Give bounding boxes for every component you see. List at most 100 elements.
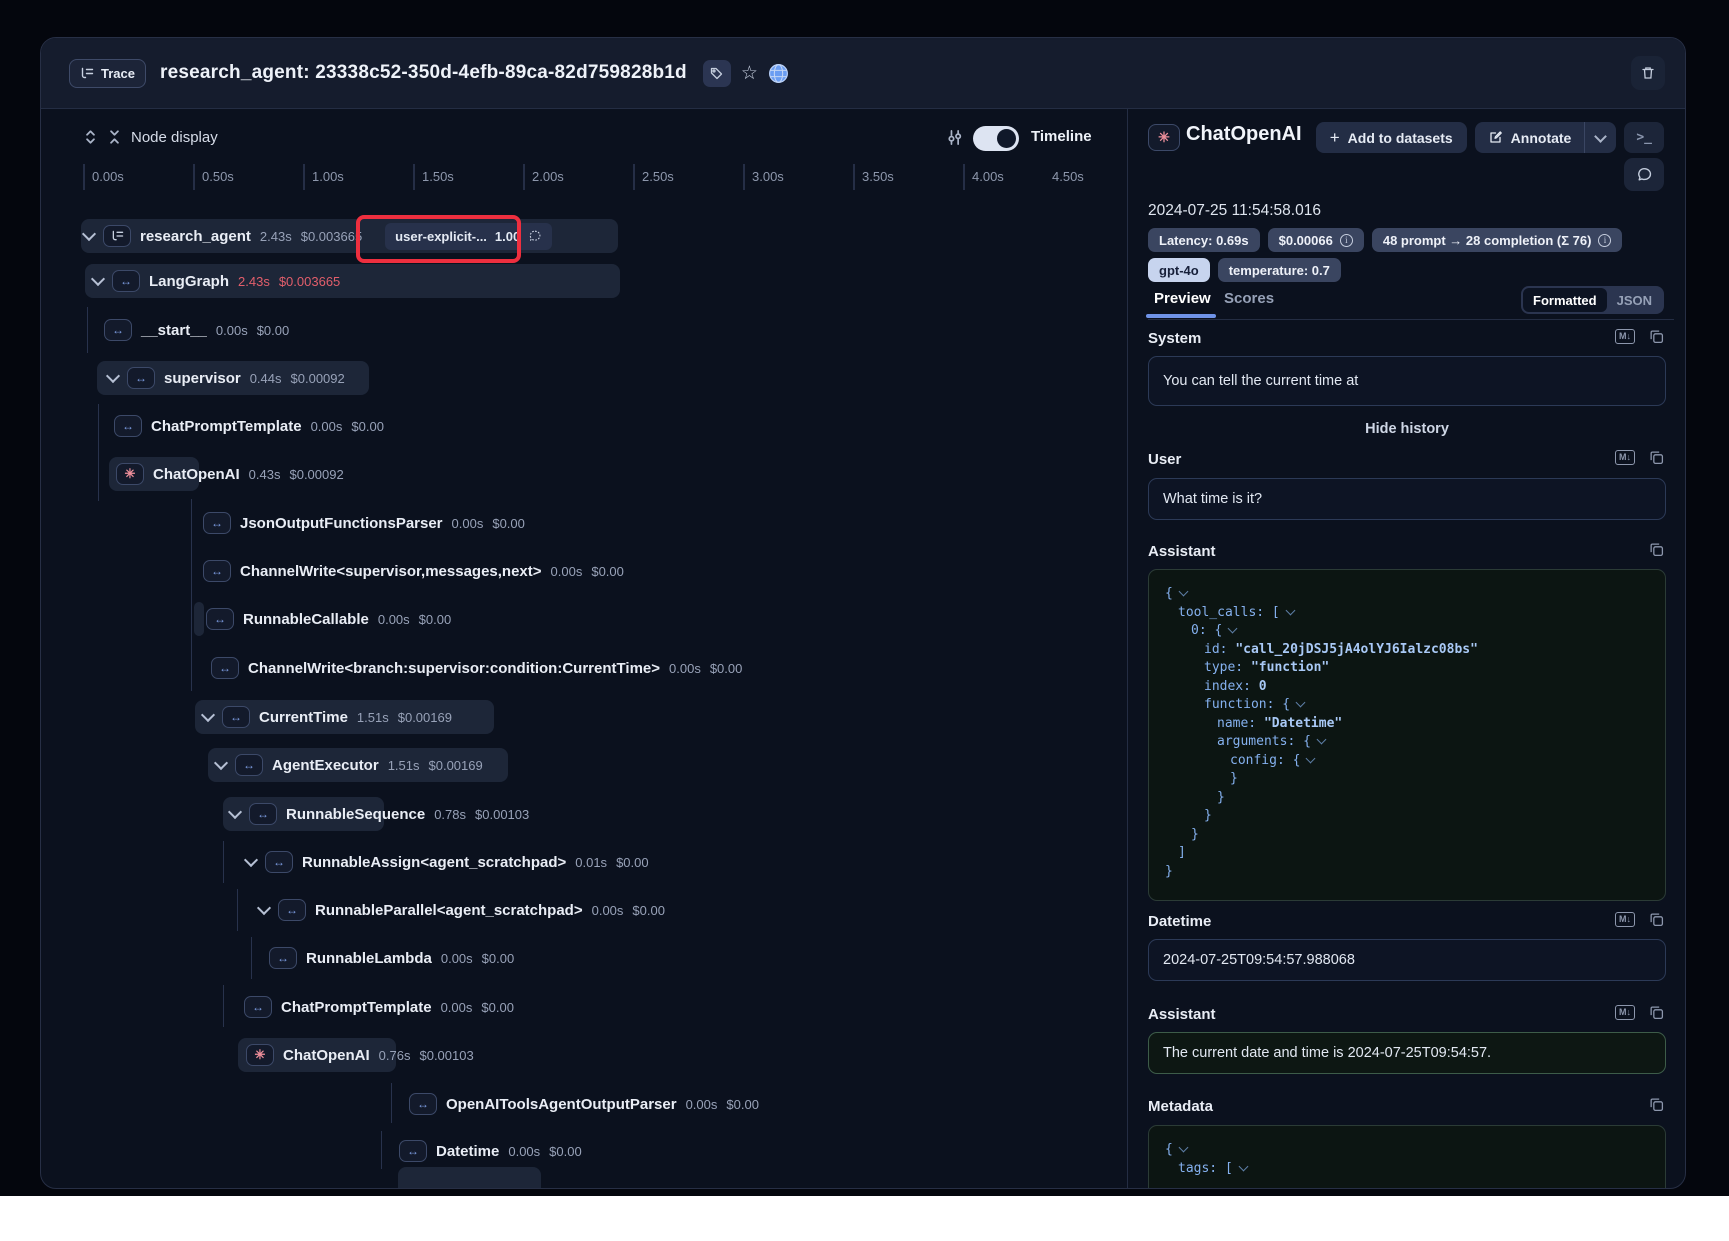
markdown-icon[interactable]: M↓ [1615,1005,1635,1020]
inspector-header-buttons: + Add to datasets Annotate >_ [1316,122,1664,153]
collapse-chevron-icon[interactable] [1285,605,1295,615]
trace-tree-row[interactable]: research_agent2.43s$0.003665user-explici… [41,219,1127,253]
node-name: JsonOutputFunctionsParser [240,515,443,532]
trace-tree-row[interactable]: ↔JsonOutputFunctionsParser0.00s$0.00 [41,506,1127,540]
node-name: ChatOpenAI [153,466,240,483]
delete-trace-button[interactable] [1631,56,1665,90]
open-in-playground-button[interactable]: >_ [1624,122,1664,153]
panel-divider [1127,109,1128,1189]
trace-tree-icon [103,225,131,247]
datetime-section-icons: M↓ [1615,912,1664,927]
trace-tree-row[interactable]: ↔OpenAIToolsAgentOutputParser0.00s$0.00 [41,1087,1127,1121]
trace-tree-row[interactable]: ✳ChatOpenAI0.43s$0.00092 [41,457,1127,491]
code-line: { [1165,585,1649,604]
comments-button[interactable] [1624,158,1664,191]
markdown-icon[interactable]: M↓ [1615,450,1635,465]
chevron-down-icon[interactable] [106,369,120,383]
markdown-icon[interactable]: M↓ [1615,912,1635,927]
collapse-chevron-icon[interactable] [1178,587,1188,597]
hide-history-link[interactable]: Hide history [1148,421,1666,437]
node-duration: 0.43s [249,467,281,482]
copy-icon[interactable] [1649,329,1664,344]
format-json-button[interactable]: JSON [1607,288,1662,312]
trace-tree-row[interactable]: ↔Datetime0.00s$0.00 [41,1134,1127,1168]
collapse-chevron-icon[interactable] [1296,698,1306,708]
chain-icon: ↔ [235,754,263,776]
node-cost: $0.00103 [419,1048,473,1063]
datetime-value-box: 2024-07-25T09:54:57.988068 [1148,939,1666,981]
trace-window: Trace research_agent: 23338c52-350d-4efb… [40,37,1686,1189]
trace-tree-row[interactable]: ↔RunnableCallable0.00s$0.00 [41,602,1127,636]
trace-tree-row[interactable]: ↔AgentExecutor1.51s$0.00169 [41,748,1127,782]
ruler-tick-line [413,164,415,190]
copy-icon[interactable] [1649,542,1664,557]
trace-tree-row[interactable]: ↔RunnableLambda0.00s$0.00 [41,941,1127,975]
tab-scores[interactable]: Scores [1224,290,1274,307]
collapse-chevron-icon[interactable] [1306,753,1316,763]
trace-tree-row[interactable]: ✳ChatOpenAI0.76s$0.00103 [41,1038,1127,1072]
token-badge[interactable]: 48 prompt → 28 completion (Σ 76)i [1372,228,1623,252]
node-name: RunnableParallel<agent_scratchpad> [315,902,583,919]
trace-tree-row[interactable]: ↔ChannelWrite<branch:supervisor:conditio… [41,651,1127,685]
copy-icon[interactable] [1649,1005,1664,1020]
ruler-tick-label: 4.00s [972,169,1004,184]
tags-button[interactable] [703,60,731,87]
chevron-down-icon[interactable] [257,901,271,915]
trace-tree-row[interactable]: ↔supervisor0.44s$0.00092 [41,361,1127,395]
annotate-pencil-icon [1488,130,1503,145]
copy-icon[interactable] [1649,450,1664,465]
cost-badge[interactable]: $0.00066i [1268,228,1364,252]
trace-title: research_agent: 23338c52-350d-4efb-89ca-… [160,62,687,84]
collapse-chevron-icon[interactable] [1238,1161,1248,1171]
trace-tree-row[interactable]: ↔RunnableParallel<agent_scratchpad>0.00s… [41,893,1127,927]
chevron-down-icon [1594,130,1607,143]
node-name: RunnableAssign<agent_scratchpad> [302,854,566,871]
trace-tree-row[interactable]: ↔ChatPromptTemplate0.00s$0.00 [41,990,1127,1024]
copy-icon[interactable] [1649,1097,1664,1112]
annotate-button[interactable]: Annotate [1475,122,1585,153]
annotate-dropdown-button[interactable] [1584,122,1616,153]
node-duration: 0.00s [551,564,583,579]
collapse-chevron-icon[interactable] [1228,624,1238,634]
node-name: ChatPromptTemplate [281,999,432,1016]
collapse-chevron-icon[interactable] [1178,1143,1188,1153]
favorite-star-icon[interactable]: ☆ [741,64,758,83]
run-timestamp: 2024-07-25 11:54:58.016 [1148,202,1321,220]
trace-tree-row[interactable]: ↔RunnableAssign<agent_scratchpad>0.01s$0… [41,845,1127,879]
ruler-tick-label: 4.50s [1052,169,1084,184]
node-duration: 0.00s [592,903,624,918]
trace-tree-row[interactable]: ↔LangGraph2.43s$0.003665 [41,264,1127,298]
chevron-down-icon[interactable] [201,708,215,722]
chatopenai-icon: ✳ [1148,124,1180,151]
openai-icon: ✳ [246,1044,274,1066]
timeline-toggle[interactable] [973,126,1019,151]
node-duration: 0.00s [378,612,410,627]
trace-tree-row[interactable]: ↔ChatPromptTemplate0.00s$0.00 [41,409,1127,443]
chain-icon: ↔ [409,1093,437,1115]
trace-tree-row[interactable]: ↔CurrentTime1.51s$0.00169 [41,700,1127,734]
chevron-down-icon[interactable] [91,272,105,286]
node-cost: $0.00 [549,1144,582,1159]
copy-icon[interactable] [1649,912,1664,927]
format-formatted-button[interactable]: Formatted [1523,288,1607,312]
node-name: ChatPromptTemplate [151,418,302,435]
ruler-tick-line [523,164,525,190]
trace-tree-row[interactable]: ↔RunnableSequence0.78s$0.00103 [41,797,1127,831]
toggle-knob [997,129,1016,148]
trace-tree-row[interactable]: ↔__start__0.00s$0.00 [41,313,1127,347]
collapse-all-icon[interactable] [107,129,122,145]
expand-all-icon[interactable] [83,129,98,145]
share-globe-icon[interactable] [768,63,789,84]
chevron-down-icon[interactable] [214,756,228,770]
display-settings-icon[interactable] [946,129,963,146]
collapse-chevron-icon[interactable] [1316,735,1326,745]
trace-tree-row[interactable]: ↔ChannelWrite<supervisor,messages,next>0… [41,554,1127,588]
chevron-down-icon[interactable] [228,805,242,819]
ruler-tick-label: 0.00s [92,169,124,184]
chevron-down-icon[interactable] [82,227,96,241]
tab-preview[interactable]: Preview [1154,290,1211,307]
chevron-down-icon[interactable] [244,853,258,867]
add-to-datasets-button[interactable]: + Add to datasets [1316,122,1467,153]
node-name: ChatOpenAI [283,1047,370,1064]
markdown-icon[interactable]: M↓ [1615,329,1635,344]
